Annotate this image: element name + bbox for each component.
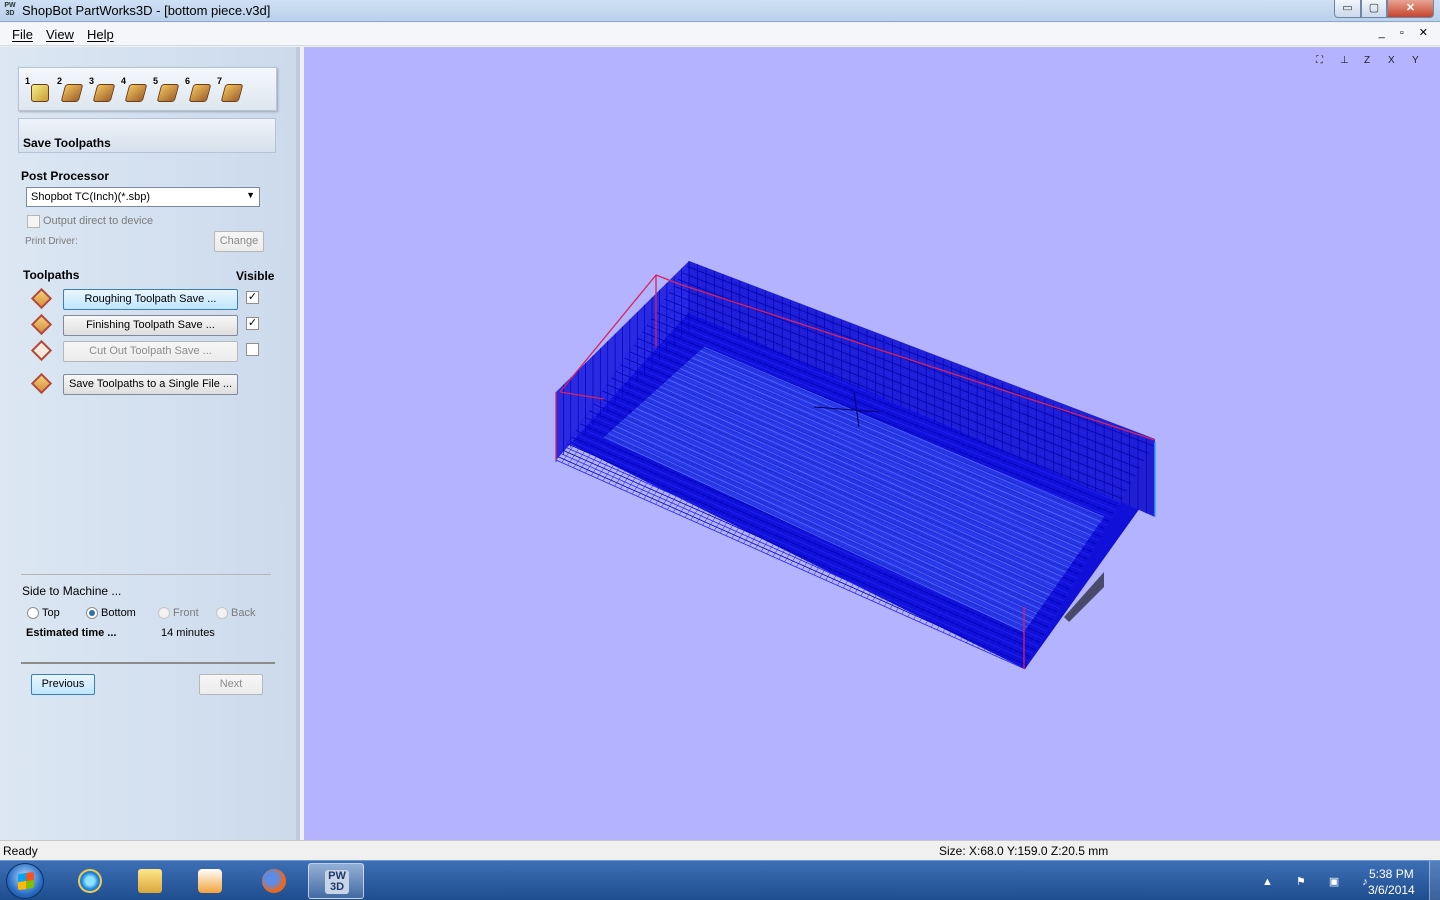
side-top-label: Top [42,607,60,619]
save-icon [220,84,244,102]
menu-help[interactable]: Help [87,27,114,42]
taskbar-partworks3d[interactable]: PW 3D [308,863,364,899]
cutout-icon [156,84,180,102]
step-number: 7 [217,76,223,86]
dropdown-arrow-icon: ▼ [246,190,255,200]
clock-time[interactable]: 5:38 PM [1369,867,1414,881]
section-header: Save Toolpaths [18,118,276,153]
side-front-label: Front [173,607,199,619]
title-bar: PW 3D ShopBot PartWorks3D - [bottom piec… [0,0,1440,22]
side-bottom-radio[interactable] [86,607,98,619]
taskbar: PW 3D ▲ ⚑ ▣ ♪ 5:38 PM 3/6/2014 [0,860,1440,900]
model-size-icon [31,84,49,102]
save-all-toolpaths-icon [30,372,53,395]
step-number: 3 [89,76,95,86]
taskbar-windows-explorer[interactable] [122,863,178,899]
import-icon [60,84,84,102]
clock-date[interactable]: 3/6/2014 [1368,883,1415,897]
step-7-button[interactable]: 7 [217,76,244,104]
toolpath-model-view [555,261,1156,670]
side-front-radio[interactable] [158,607,170,619]
cutout-save-button[interactable]: Cut Out Toolpath Save ... [63,341,238,362]
minimize-button[interactable]: ▭ [1334,0,1361,18]
finishing-save-button[interactable]: Finishing Toolpath Save ... [63,315,238,336]
next-button[interactable]: Next [199,674,263,695]
left-panel: 1 2 3 4 5 6 7 Save Toolpaths Post Proces… [0,47,300,840]
save-single-file-button[interactable]: Save Toolpaths to a Single File ... [63,374,238,395]
preview-icon [188,84,212,102]
step-number: 5 [153,76,159,86]
print-driver-label: Print Driver: [25,236,78,247]
step-number: 2 [57,76,63,86]
step-number: 1 [25,76,31,86]
taskbar-internet-explorer[interactable] [62,863,118,899]
step-1-button[interactable]: 1 [25,76,51,104]
menu-file[interactable]: File [12,27,33,42]
post-processor-select[interactable]: Shopbot TC(Inch)(*.sbp) ▼ [26,187,260,207]
visible-label: Visible [236,269,275,283]
roughing-icon [124,84,148,102]
side-top-radio[interactable] [27,607,39,619]
post-processor-label: Post Processor [21,169,110,183]
side-to-machine-label: Side to Machine ... [22,584,122,598]
windows-logo-icon [18,871,34,891]
media-player-icon [198,869,222,893]
step-toolbar: 1 2 3 4 5 6 7 [18,67,277,111]
folder-icon [138,869,162,893]
model-size-readout: Size: X:68.0 Y:159.0 Z:20.5 mm [939,844,1109,858]
internet-explorer-icon [78,869,102,893]
mdi-window-controls[interactable]: _ ▫ ✕ [1379,26,1434,39]
roughing-save-button[interactable]: Roughing Toolpath Save ... [63,289,238,310]
step-number: 4 [121,76,127,86]
side-back-label: Back [231,607,256,619]
roughing-visible-checkbox[interactable]: ✓ [246,291,259,304]
app-icon: PW 3D [4,2,16,17]
3d-viewport[interactable]: ⛶ ⊥ Z X Y [304,47,1440,840]
post-processor-value: Shopbot TC(Inch)(*.sbp) [31,191,151,203]
section-title: Save Toolpaths [23,136,111,150]
step-number: 6 [185,76,191,86]
roughing-toolpath-icon [30,287,53,310]
divider [21,574,271,575]
maximize-button[interactable]: ▢ [1361,0,1387,18]
window-title: ShopBot PartWorks3D - [bottom piece.v3d] [22,3,271,18]
firefox-icon [262,869,286,893]
output-direct-checkbox[interactable] [27,215,40,228]
taskbar-firefox[interactable] [246,863,302,899]
step-2-button[interactable]: 2 [57,76,84,104]
toolpaths-label: Toolpaths [23,268,80,282]
status-bar: Ready Size: X:68.0 Y:159.0 Z:20.5 mm [0,840,1440,860]
system-tray-icons[interactable]: ▲ ⚑ ▣ ♪ [1262,875,1378,888]
start-button[interactable] [6,863,44,899]
change-button[interactable]: Change [214,231,264,252]
side-back-radio[interactable] [216,607,228,619]
step-4-button[interactable]: 4 [121,76,148,104]
menu-view[interactable]: View [46,27,74,42]
taskbar-media-player[interactable] [182,863,238,899]
output-direct-label: Output direct to device [43,215,154,227]
close-button[interactable]: ✕ [1387,0,1434,18]
estimated-time-label: Estimated time ... [26,627,117,639]
step-3-button[interactable]: 3 [89,76,116,104]
show-desktop-button[interactable] [1429,861,1440,900]
divider [21,662,275,664]
step-6-button[interactable]: 6 [185,76,212,104]
previous-button[interactable]: Previous [31,674,95,695]
partworks3d-icon: PW 3D [325,870,349,894]
finishing-toolpath-icon [30,313,53,336]
side-bottom-label: Bottom [101,607,136,619]
cutout-visible-checkbox[interactable] [246,343,259,356]
cutout-toolpath-icon [30,339,53,362]
position-icon [92,84,116,102]
finishing-visible-checkbox[interactable]: ✓ [246,317,259,330]
estimated-time-value: 14 minutes [161,627,215,639]
status-text: Ready [3,844,38,858]
step-5-button[interactable]: 5 [153,76,180,104]
menu-bar: File View Help _ ▫ ✕ [0,23,1440,46]
